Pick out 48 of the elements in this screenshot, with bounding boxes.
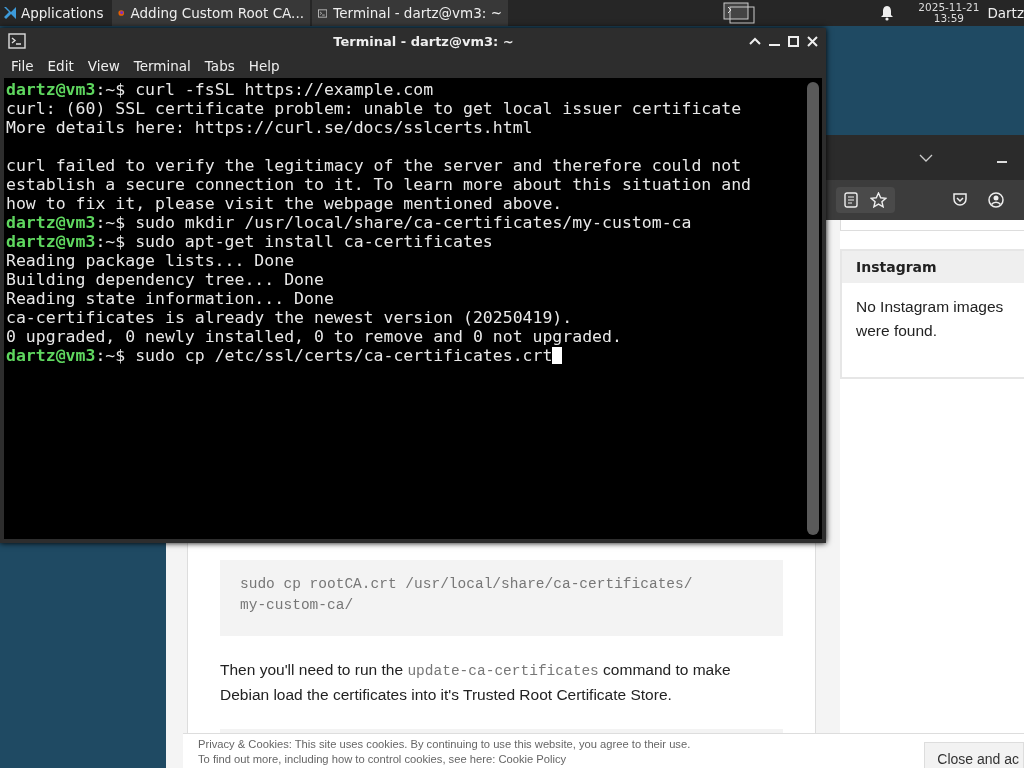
reader-icon[interactable]: [844, 192, 858, 208]
terminal-line: Reading package lists... Done: [6, 251, 296, 270]
terminal-line: dartz@vm3:~$ sudo mkdir /usr/local/share/ca-certificates/my-custom-ca: [6, 213, 693, 232]
minimize-icon[interactable]: [997, 160, 1007, 163]
menu-item[interactable]: View: [80, 58, 127, 74]
terminal-line: curl: (60) SSL certificate problem: unable to get local issuer certificate: [6, 99, 743, 118]
terminal-line: More details here: https://curl.se/docs/sslcerts.html: [6, 118, 534, 137]
cookie-notice: Privacy & Cookies: This site uses cookies. By continuing to use this website, you agree to their use.: [198, 737, 691, 752]
close-icon[interactable]: [807, 35, 818, 47]
chevron-down-icon[interactable]: [919, 153, 933, 162]
close-and-accept-button[interactable]: Close and ac: [924, 742, 1024, 768]
terminal-line: curl failed to verify the legitimacy of the server and therefore could not: [6, 156, 743, 175]
terminal-line: 0 upgraded, 0 newly installed, 0 to remove and 0 not upgraded.: [6, 327, 623, 346]
terminal-line: Building dependency tree... Done: [6, 270, 325, 289]
star-icon[interactable]: [870, 192, 887, 208]
terminal-line: dartz@vm3:~$ sudo apt-get install ca-certificates: [6, 232, 494, 251]
applications-menu[interactable]: Applications: [0, 0, 112, 26]
mouse-logo-icon: [2, 5, 18, 21]
terminal-line: dartz@vm3:~$ curl -fsSL https://example.com: [6, 80, 435, 99]
cookie-more-text: To find out more, including how to control cookies, see here: Cookie Policy: [198, 752, 568, 767]
terminal-icon: [8, 33, 26, 49]
user-name[interactable]: Dartz: [987, 5, 1024, 21]
cookie-policy-link[interactable]: Cookie Policy: [498, 753, 567, 765]
menu-item[interactable]: Terminal: [126, 58, 198, 74]
taskbar-task[interactable]: Adding Custom Root CA...: [112, 0, 310, 26]
terminal-line: ca-certificates is already the newest version (20250419).: [6, 308, 574, 327]
code-block: sudo cp rootCA.crt /usr/local/share/ca-certificates/ my-custom-ca/: [220, 560, 783, 636]
terminal-line: establish a secure connection to it. To learn more about this situation and: [6, 175, 753, 194]
workspace-icon[interactable]: [722, 1, 757, 25]
menu-item[interactable]: File: [4, 58, 41, 74]
maximize-icon[interactable]: [788, 35, 799, 47]
widget-title: Instagram: [842, 251, 1024, 283]
pocket-icon[interactable]: [952, 192, 968, 208]
paragraph: Then you'll need to run the update-ca-certificates command to make Debian load the certificates into it's Trusted Root Certificate Store.: [220, 660, 732, 705]
chevron-up-icon[interactable]: [749, 37, 761, 45]
window-title: Terminal - dartz@vm3: ~: [332, 33, 515, 49]
account-icon[interactable]: [988, 192, 1004, 208]
clock[interactable]: 2025-11-21 13:59: [918, 2, 980, 24]
menu-item[interactable]: Tabs: [197, 58, 242, 74]
scrollbar[interactable]: [807, 82, 819, 535]
menu-item[interactable]: Edit: [40, 58, 81, 74]
bell-icon[interactable]: [880, 5, 895, 21]
widget-message: No Instagram images were found.: [855, 297, 1005, 341]
menu-item[interactable]: Help: [241, 58, 287, 74]
terminal-line: Reading state information... Done: [6, 289, 335, 308]
taskbar-task[interactable]: Terminal - dartz@vm3: ~: [312, 0, 508, 26]
terminal-line: dartz@vm3:~$ sudo cp /etc/ssl/certs/ca-certificates.crt: [6, 346, 804, 365]
terminal-line: how to fix it, please visit the webpage mentioned above.: [6, 194, 564, 213]
